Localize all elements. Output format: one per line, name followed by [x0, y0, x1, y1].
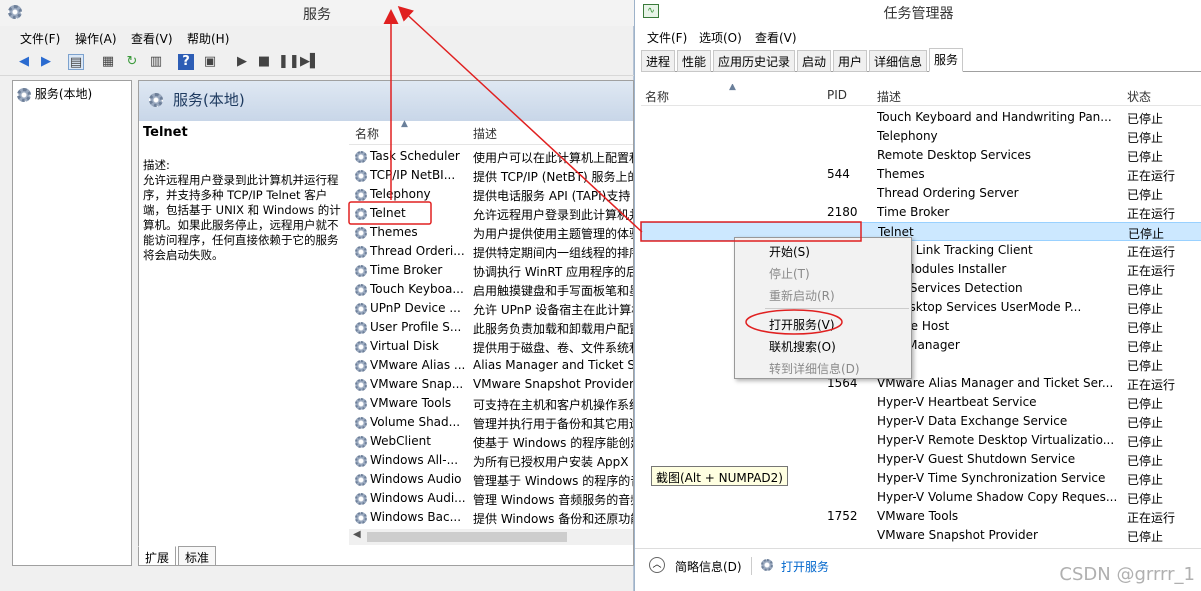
open-services-highlight-ellipse [745, 309, 843, 335]
annotation-arrow-diagonal [397, 5, 643, 233]
screenshot-root: 服务 文件(F) 操作(A) 查看(V) 帮助(H) ◀ ▶ ▤ ▦ ↻ ▥ ?… [0, 0, 1201, 591]
annotation-overlay [348, 5, 862, 335]
tlntsvr-highlight-box [640, 221, 862, 242]
telnet-highlight-box [348, 201, 432, 225]
